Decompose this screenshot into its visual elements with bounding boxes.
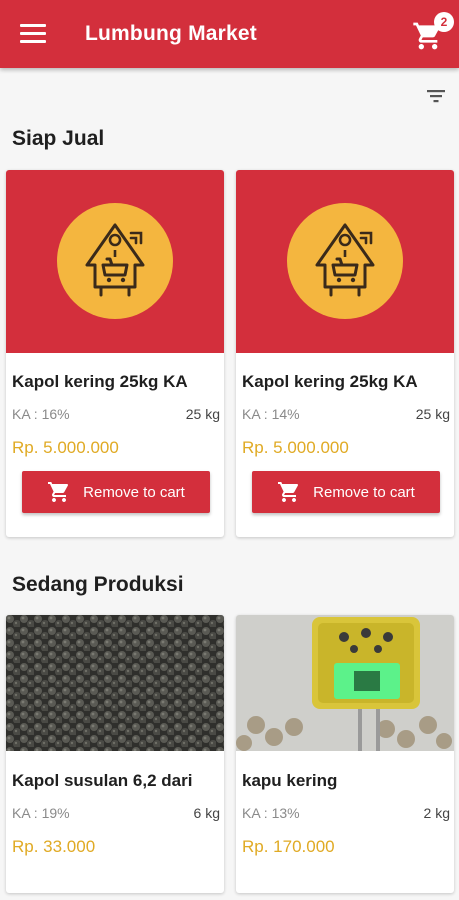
- product-card[interactable]: Kapol kering 25kg KA KA : 16% 25 kg Rp. …: [6, 170, 224, 537]
- product-price: Rp. 33.000: [12, 837, 96, 856]
- product-moisture: KA : 14%: [242, 406, 300, 422]
- cart-icon: [48, 482, 69, 502]
- menu-icon[interactable]: [20, 24, 46, 46]
- product-card[interactable]: kapu kering KA : 13% 2 kg Rp. 170.000: [236, 615, 454, 893]
- product-card[interactable]: Kapol kering 25kg KA KA : 14% 25 kg Rp. …: [236, 170, 454, 537]
- product-card[interactable]: Kapol susulan 6,2 dari KA : 19% 6 kg Rp.…: [6, 615, 224, 893]
- product-moisture: KA : 13%: [242, 805, 300, 821]
- product-moisture: KA : 19%: [12, 805, 70, 821]
- product-price: Rp. 5.000.000: [242, 438, 349, 457]
- product-name: kapu kering: [242, 771, 338, 790]
- product-weight: 2 kg: [423, 805, 450, 821]
- product-name: Kapol susulan 6,2 dari: [12, 771, 193, 790]
- app-title: Lumbung Market: [85, 22, 257, 45]
- product-name: Kapol kering 25kg KA: [242, 372, 418, 391]
- product-moisture: KA : 16%: [12, 406, 70, 422]
- product-weight: 6 kg: [193, 805, 220, 821]
- product-logo-image: [6, 170, 224, 353]
- remove-to-cart-label: Remove to cart: [313, 483, 415, 501]
- product-photo: [6, 615, 224, 751]
- product-name: Kapol kering 25kg KA: [12, 372, 188, 391]
- product-price: Rp. 170.000: [242, 837, 335, 856]
- cart-icon: [278, 482, 299, 502]
- lumbung-logo-icon: [287, 203, 403, 319]
- product-price: Rp. 5.000.000: [12, 438, 119, 457]
- product-weight: 25 kg: [185, 406, 220, 422]
- cart-count-badge: 2: [434, 12, 454, 32]
- section-title-ready: Siap Jual: [12, 127, 105, 150]
- remove-to-cart-button[interactable]: Remove to cart: [252, 471, 440, 513]
- app-bar: Lumbung Market 2: [0, 0, 459, 68]
- remove-to-cart-label: Remove to cart: [83, 483, 185, 501]
- section-title-production: Sedang Produksi: [12, 573, 184, 596]
- lumbung-logo-icon: [57, 203, 173, 319]
- remove-to-cart-button[interactable]: Remove to cart: [22, 471, 210, 513]
- product-photo-moisture-meter: [236, 615, 454, 751]
- filter-icon[interactable]: [424, 86, 448, 106]
- product-logo-image: [236, 170, 454, 353]
- product-weight: 25 kg: [415, 406, 450, 422]
